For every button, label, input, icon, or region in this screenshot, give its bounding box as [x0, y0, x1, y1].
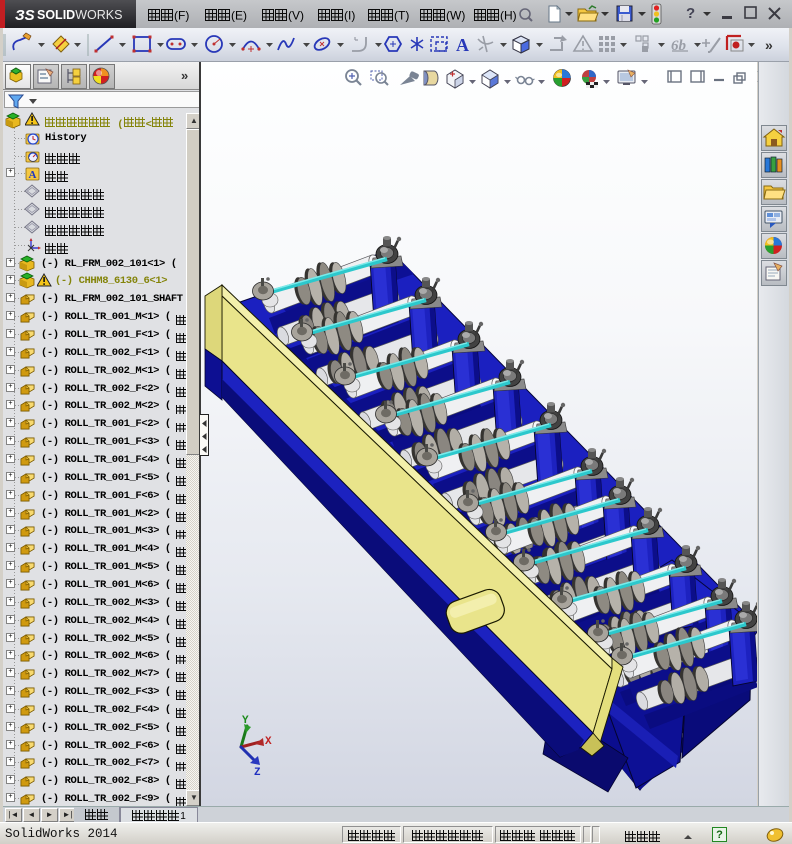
svg-text:X: X [265, 736, 272, 748]
svg-text:ЗS: ЗS [15, 7, 35, 24]
svg-text:A: A [456, 35, 469, 55]
svg-text:SOLIDWORKS: SOLIDWORKS [37, 8, 122, 22]
svg-text:A: A [29, 169, 37, 181]
svg-text:»: » [765, 37, 773, 53]
svg-text:Y: Y [242, 715, 249, 727]
svg-text:Z: Z [254, 767, 261, 779]
